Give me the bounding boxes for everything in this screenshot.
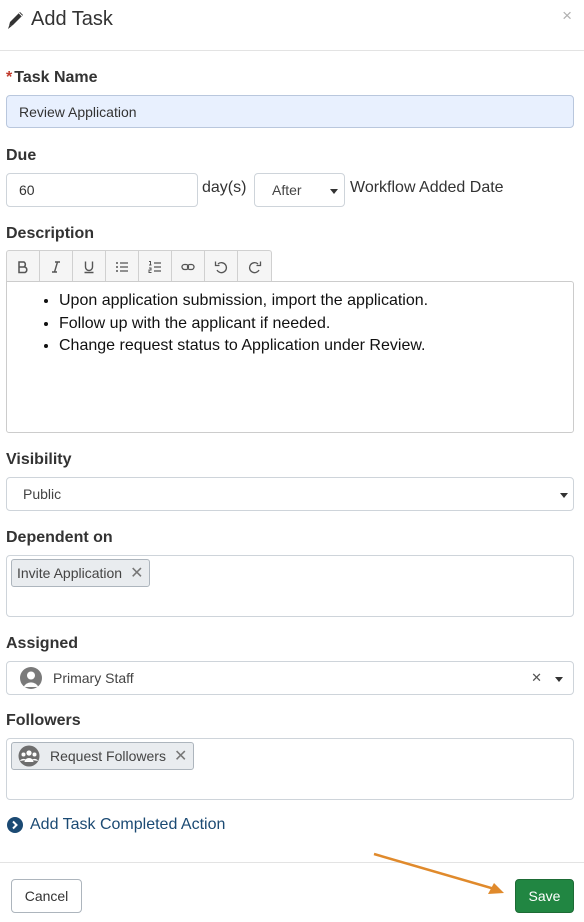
close-icon[interactable]: ×: [562, 6, 572, 26]
annotation-arrow-icon: [373, 852, 504, 894]
required-mark: *: [6, 69, 13, 86]
editor-toolbar: [6, 250, 272, 282]
description-editor[interactable]: Upon application submission, import the …: [6, 281, 574, 433]
redo-icon[interactable]: [238, 251, 271, 282]
clear-icon[interactable]: ✕: [531, 670, 542, 686]
undo-icon[interactable]: [205, 251, 238, 282]
dependent-on-field[interactable]: Invite Application ✕: [6, 555, 574, 617]
dependent-tag-label: Invite Application: [17, 565, 123, 581]
dependent-on-label: Dependent on: [6, 529, 113, 546]
modal-title: Add Task: [31, 8, 113, 30]
remove-tag-icon[interactable]: ✕: [130, 563, 143, 583]
due-anchor-label: Workflow Added Date: [350, 179, 504, 196]
due-relation-value: After: [272, 182, 302, 198]
visibility-value: Public: [23, 486, 62, 502]
follower-tag: Request Followers ✕: [11, 742, 195, 770]
group-icon: [18, 745, 40, 767]
list-item: Follow up with the applicant if needed.: [59, 313, 573, 336]
bullet-list-icon[interactable]: [106, 251, 139, 282]
add-completed-action-link[interactable]: Add Task Completed Action: [7, 816, 225, 834]
assigned-select[interactable]: Primary Staff ✕: [6, 661, 574, 695]
description-list: Upon application submission, import the …: [59, 290, 573, 358]
numbered-list-icon[interactable]: [139, 251, 172, 282]
save-button[interactable]: Save: [515, 879, 574, 913]
modal-title-wrap: Add Task: [6, 8, 113, 31]
underline-icon[interactable]: [73, 251, 106, 282]
modal-header: Add Task ×: [0, 0, 584, 51]
link-icon[interactable]: [172, 251, 205, 282]
assigned-value: Primary Staff: [53, 670, 134, 686]
due-label: Due: [6, 147, 37, 164]
assigned-label: Assigned: [6, 635, 79, 652]
followers-label: Followers: [6, 712, 81, 729]
followers-field[interactable]: Request Followers ✕: [6, 738, 574, 800]
task-name-label-text: Task Name: [14, 69, 98, 86]
list-item: Upon application submission, import the …: [59, 290, 573, 313]
bold-icon[interactable]: [7, 251, 40, 282]
dependent-tag: Invite Application ✕: [11, 559, 151, 587]
due-days-value: 60: [19, 182, 35, 198]
due-unit-label: day(s): [202, 179, 247, 196]
visibility-select[interactable]: Public: [6, 477, 574, 511]
chevron-down-icon: [330, 189, 338, 194]
description-label: Description: [6, 225, 95, 242]
follower-tag-label: Request Followers: [50, 748, 166, 764]
add-completed-action-label: Add Task Completed Action: [30, 816, 226, 833]
list-item: Change request status to Application und…: [59, 335, 573, 358]
chevron-right-icon: [7, 817, 23, 833]
pencil-icon: [8, 11, 23, 29]
due-days-input[interactable]: 60: [6, 173, 198, 207]
task-name-input[interactable]: Review Application: [6, 95, 574, 128]
user-avatar-icon: [20, 667, 42, 689]
italic-icon[interactable]: [40, 251, 73, 282]
remove-tag-icon[interactable]: ✕: [174, 746, 187, 766]
task-name-label: * Task Name: [6, 69, 98, 87]
chevron-down-icon[interactable]: [555, 677, 563, 682]
visibility-label: Visibility: [6, 451, 72, 468]
chevron-down-icon: [560, 493, 568, 498]
task-name-value: Review Application: [19, 103, 137, 120]
cancel-button[interactable]: Cancel: [11, 879, 82, 913]
due-relation-select[interactable]: After: [254, 173, 345, 207]
